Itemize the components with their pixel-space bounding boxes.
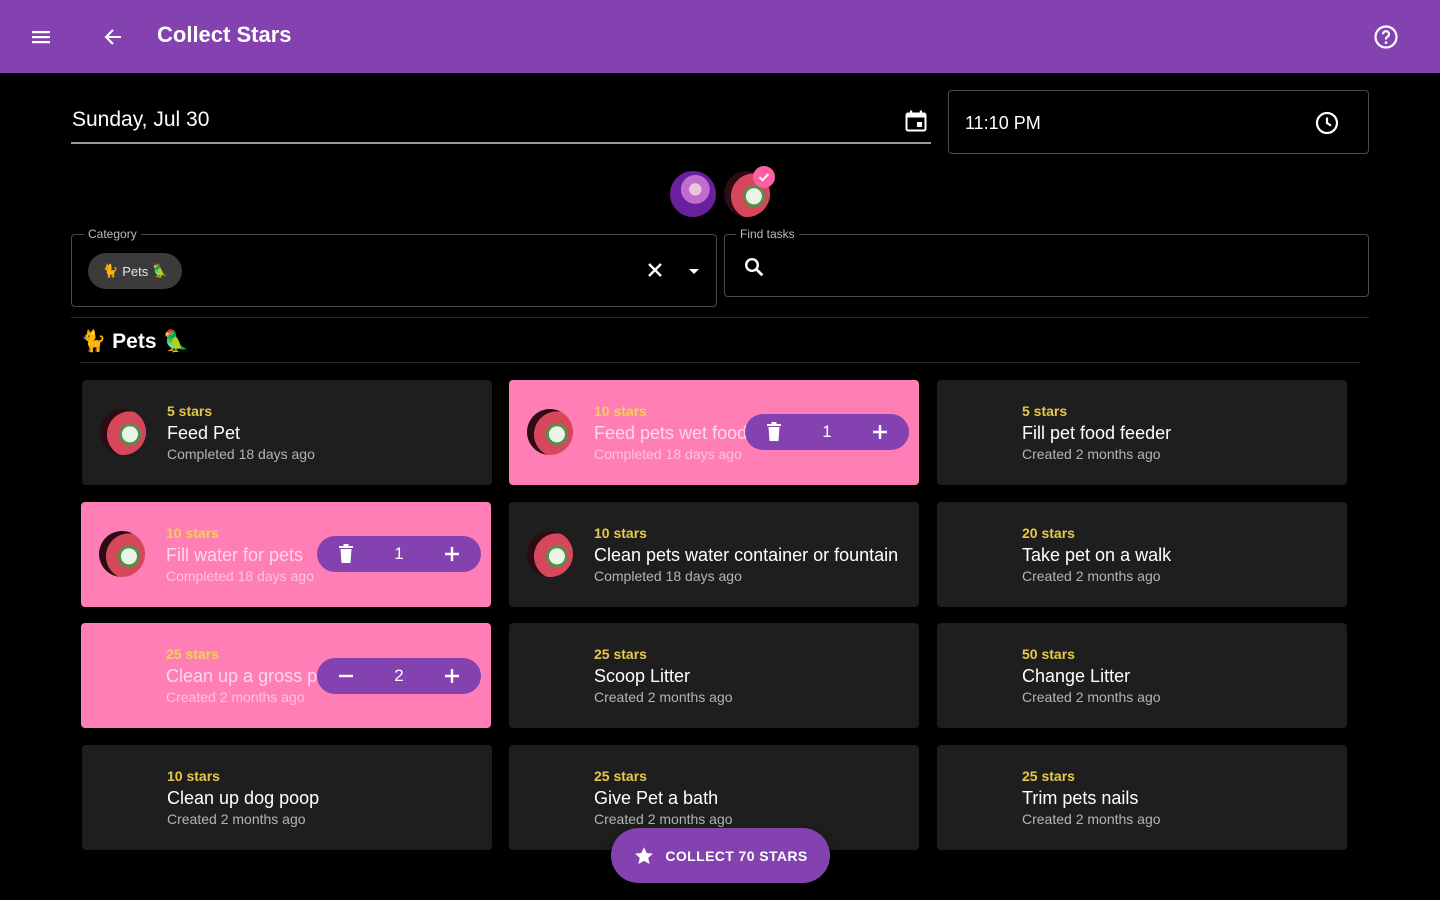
- delete-icon[interactable]: [335, 543, 357, 565]
- task-name: Feed Pet: [167, 423, 241, 443]
- plus-icon[interactable]: [869, 421, 891, 443]
- task-stars: 25 stars: [594, 646, 647, 662]
- dropdown-arrow-icon[interactable]: [684, 263, 704, 279]
- section-title-text: Pets: [112, 330, 157, 353]
- task-status: Created 2 months ago: [166, 689, 305, 705]
- checkmark-icon: [753, 166, 775, 188]
- parrot-icon: 🦜: [162, 330, 189, 353]
- date-value: Sunday, Jul 30: [72, 108, 210, 131]
- task-name: Feed pets wet food: [594, 423, 748, 443]
- task-card-clean-up-gross-pet-mess[interactable]: 25 stars Clean up a gross pet mess Creat…: [81, 623, 491, 728]
- quantity-value: 1: [394, 544, 404, 563]
- task-status: Created 2 months ago: [594, 689, 733, 705]
- avatar: [527, 409, 573, 455]
- task-stars: 5 stars: [167, 403, 213, 419]
- help-icon[interactable]: [1372, 23, 1400, 51]
- search-icon[interactable]: [742, 255, 766, 279]
- task-status: Completed 18 days ago: [166, 568, 314, 584]
- task-stars: 5 stars: [1022, 403, 1068, 419]
- task-stars: 20 stars: [1022, 525, 1075, 541]
- collect-stars-button[interactable]: COLLECT 70 STARS: [611, 828, 830, 883]
- task-status: Completed 18 days ago: [167, 446, 315, 462]
- task-name: Give Pet a bath: [594, 788, 719, 808]
- arrow-back-icon[interactable]: [100, 24, 126, 50]
- task-card-change-litter[interactable]: 50 stars Change Litter Created 2 months …: [937, 623, 1347, 728]
- star-icon: [633, 845, 655, 867]
- quantity-stepper: 1: [317, 536, 481, 572]
- section-title: 🐈 Pets 🦜: [80, 330, 189, 354]
- delete-icon[interactable]: [763, 421, 785, 443]
- task-card-clean-water-container[interactable]: 10 stars Clean pets water container or f…: [509, 502, 919, 607]
- task-card-feed-pet[interactable]: 5 stars Feed Pet Completed 18 days ago: [82, 380, 492, 485]
- avatar[interactable]: [670, 171, 716, 217]
- task-name: Change Litter: [1022, 666, 1131, 686]
- avatar: [99, 531, 145, 577]
- date-field[interactable]: Sunday, Jul 30: [71, 96, 931, 144]
- task-stars: 10 stars: [167, 768, 220, 784]
- minus-icon[interactable]: [335, 665, 357, 687]
- task-name: Scoop Litter: [594, 666, 691, 686]
- task-name: Fill water for pets: [166, 545, 304, 565]
- app-bar: Collect Stars: [0, 0, 1440, 73]
- task-card-trim-pets-nails[interactable]: 25 stars Trim pets nails Created 2 month…: [937, 745, 1347, 850]
- parrot-icon: 🦜: [152, 263, 169, 278]
- find-tasks-field[interactable]: Find tasks: [724, 227, 1369, 297]
- task-stars: 50 stars: [1022, 646, 1075, 662]
- task-name: Take pet on a walk: [1022, 545, 1172, 565]
- page-title: Collect Stars: [157, 22, 292, 47]
- task-name: Clean pets water container or fountain: [594, 545, 899, 565]
- task-status: Completed 18 days ago: [594, 568, 742, 584]
- task-status: Created 2 months ago: [167, 811, 306, 827]
- avatar: [527, 531, 573, 577]
- quantity-value: 1: [822, 422, 832, 441]
- task-status: Created 2 months ago: [1022, 689, 1161, 705]
- task-status: Completed 18 days ago: [594, 446, 742, 462]
- clock-icon[interactable]: [1314, 110, 1340, 136]
- task-status: Created 2 months ago: [1022, 568, 1161, 584]
- plus-icon[interactable]: [441, 543, 463, 565]
- task-name: Fill pet food feeder: [1022, 423, 1172, 443]
- category-field[interactable]: Category 🐈 Pets 🦜: [71, 227, 717, 307]
- task-card-feed-pets-wet-food[interactable]: 10 stars Feed pets wet food Completed 18…: [509, 380, 919, 485]
- category-label: Category: [84, 227, 141, 241]
- find-tasks-label: Find tasks: [736, 227, 799, 241]
- task-stars: 25 stars: [1022, 768, 1075, 784]
- task-name: Clean up dog poop: [167, 788, 320, 808]
- close-icon[interactable]: [644, 259, 666, 281]
- avatar: [100, 409, 146, 455]
- task-card-take-pet-on-a-walk[interactable]: 20 stars Take pet on a walk Created 2 mo…: [937, 502, 1347, 607]
- divider: [71, 317, 1369, 318]
- task-status: Created 2 months ago: [1022, 811, 1161, 827]
- collect-stars-label: COLLECT 70 STARS: [665, 847, 808, 864]
- task-stars: 10 stars: [594, 525, 647, 541]
- time-field[interactable]: 11:10 PM: [948, 90, 1369, 154]
- task-stars: 25 stars: [594, 768, 647, 784]
- task-status: Created 2 months ago: [1022, 446, 1161, 462]
- cat-icon: 🐈: [102, 263, 119, 278]
- category-chip[interactable]: 🐈 Pets 🦜: [88, 253, 183, 289]
- task-card-fill-water-for-pets[interactable]: 10 stars Fill water for pets Completed 1…: [81, 502, 491, 607]
- task-card-clean-up-dog-poop[interactable]: 10 stars Clean up dog poop Created 2 mon…: [82, 745, 492, 850]
- quantity-value: 2: [394, 666, 404, 685]
- quantity-stepper: 1: [745, 414, 909, 450]
- task-status: Created 2 months ago: [594, 811, 733, 827]
- quantity-stepper: 2: [317, 658, 481, 694]
- divider: [80, 362, 1360, 363]
- task-stars: 10 stars: [166, 525, 219, 541]
- calendar-icon[interactable]: [903, 108, 929, 134]
- chip-label: Pets: [122, 263, 149, 279]
- task-card-fill-pet-food-feeder[interactable]: 5 stars Fill pet food feeder Created 2 m…: [937, 380, 1347, 485]
- task-name: Trim pets nails: [1022, 788, 1139, 808]
- task-card-scoop-litter[interactable]: 25 stars Scoop Litter Created 2 months a…: [509, 623, 919, 728]
- task-stars: 10 stars: [594, 403, 647, 419]
- plus-icon[interactable]: [441, 665, 463, 687]
- time-value: 11:10 PM: [965, 113, 1041, 133]
- menu-icon[interactable]: [28, 24, 54, 50]
- task-stars: 25 stars: [166, 646, 219, 662]
- cat-icon: 🐈: [80, 330, 107, 353]
